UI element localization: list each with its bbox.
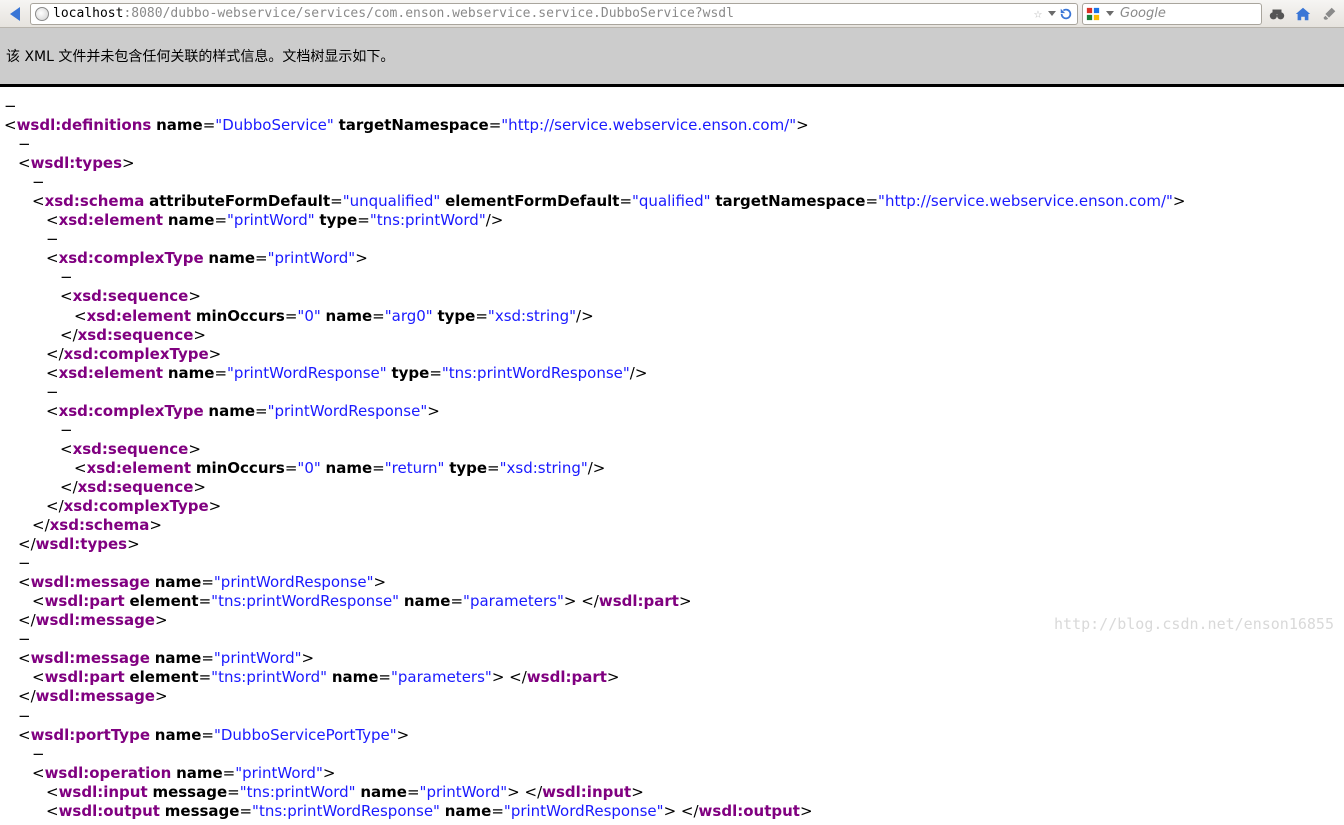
xml-line: − [4, 554, 1340, 573]
xml-line: </xsd:complexType> [4, 345, 1340, 364]
url-history-caret-icon[interactable] [1048, 11, 1056, 16]
xml-tree: −<wsdl:definitions name="DubboService" t… [0, 87, 1344, 825]
xml-line: <wsdl:message name="printWord"> [4, 649, 1340, 668]
globe-icon [35, 7, 49, 21]
collapse-toggle[interactable]: − [18, 707, 33, 725]
xml-line: </wsdl:message> [4, 687, 1340, 706]
url-bar[interactable]: localhost:8080/dubbo-webservice/services… [30, 3, 1078, 25]
binoculars-button[interactable] [1266, 3, 1288, 25]
xml-line: − [4, 173, 1340, 192]
collapse-toggle[interactable]: − [4, 97, 19, 115]
search-bar[interactable]: Google [1082, 3, 1262, 25]
xml-line: − [4, 630, 1340, 649]
bookmark-star-icon[interactable]: ☆ [1031, 7, 1045, 21]
url-rest: :8080/dubbo-webservice/services/com.enso… [123, 6, 733, 21]
xml-line: <wsdl:output message="tns:printWordRespo… [4, 802, 1340, 821]
xml-no-style-banner: 该 XML 文件并未包含任何关联的样式信息。文档树显示如下。 [0, 28, 1344, 87]
xml-line: <xsd:element minOccurs="0" name="return"… [4, 459, 1340, 478]
reload-button[interactable] [1059, 7, 1073, 21]
xml-line: <wsdl:part element="tns:printWord" name=… [4, 668, 1340, 687]
xml-line: <xsd:element name="printWordResponse" ty… [4, 364, 1340, 383]
search-placeholder: Google [1120, 6, 1258, 21]
google-logo-icon [1086, 7, 1100, 21]
paintbrush-button[interactable] [1318, 3, 1340, 25]
collapse-toggle[interactable]: − [18, 554, 33, 572]
xml-line: − [4, 421, 1340, 440]
collapse-toggle[interactable]: − [46, 230, 61, 248]
search-engine-caret-icon[interactable] [1106, 11, 1114, 16]
xml-line: <wsdl:operation name="printWord"> [4, 764, 1340, 783]
xml-line: <wsdl:part element="tns:printWordRespons… [4, 592, 1340, 611]
xml-line: − [4, 97, 1340, 116]
collapse-toggle[interactable]: − [18, 630, 33, 648]
xml-line: <wsdl:input message="tns:printWord" name… [4, 783, 1340, 802]
back-button[interactable] [4, 3, 26, 25]
banner-text: 该 XML 文件并未包含任何关联的样式信息。文档树显示如下。 [6, 49, 394, 65]
xml-line: <xsd:sequence> [4, 287, 1340, 306]
xml-line: <wsdl:types> [4, 154, 1340, 173]
xml-line: <wsdl:definitions name="DubboService" ta… [4, 116, 1340, 135]
xml-line: <wsdl:message name="printWordResponse"> [4, 573, 1340, 592]
xml-line: </xsd:sequence> [4, 478, 1340, 497]
xml-line: − [4, 707, 1340, 726]
xml-line: <xsd:complexType name="printWord"> [4, 249, 1340, 268]
xml-line: <xsd:sequence> [4, 440, 1340, 459]
back-arrow-icon [10, 7, 20, 21]
xml-line: </wsdl:types> [4, 535, 1340, 554]
xml-line: − [4, 268, 1340, 287]
xml-line: </xsd:sequence> [4, 326, 1340, 345]
xml-line: </xsd:schema> [4, 516, 1340, 535]
home-button[interactable] [1292, 3, 1314, 25]
xml-line: </xsd:complexType> [4, 497, 1340, 516]
xml-line: </wsdl:message> [4, 611, 1340, 630]
browser-toolbar: localhost:8080/dubbo-webservice/services… [0, 0, 1344, 28]
xml-line: − [4, 383, 1340, 402]
xml-line: − [4, 230, 1340, 249]
xml-line: <xsd:schema attributeFormDefault="unqual… [4, 192, 1340, 211]
collapse-toggle[interactable]: − [60, 421, 75, 439]
collapse-toggle[interactable]: − [32, 173, 47, 191]
xml-line: <xsd:complexType name="printWordResponse… [4, 402, 1340, 421]
xml-line: − [4, 135, 1340, 154]
url-host: localhost [53, 6, 123, 21]
xml-line: − [4, 745, 1340, 764]
collapse-toggle[interactable]: − [32, 745, 47, 763]
xml-line: <wsdl:portType name="DubboServicePortTyp… [4, 726, 1340, 745]
collapse-toggle[interactable]: − [46, 383, 61, 401]
collapse-toggle[interactable]: − [60, 268, 75, 286]
xml-line: <xsd:element minOccurs="0" name="arg0" t… [4, 307, 1340, 326]
collapse-toggle[interactable]: − [18, 135, 33, 153]
xml-line: <xsd:element name="printWord" type="tns:… [4, 211, 1340, 230]
